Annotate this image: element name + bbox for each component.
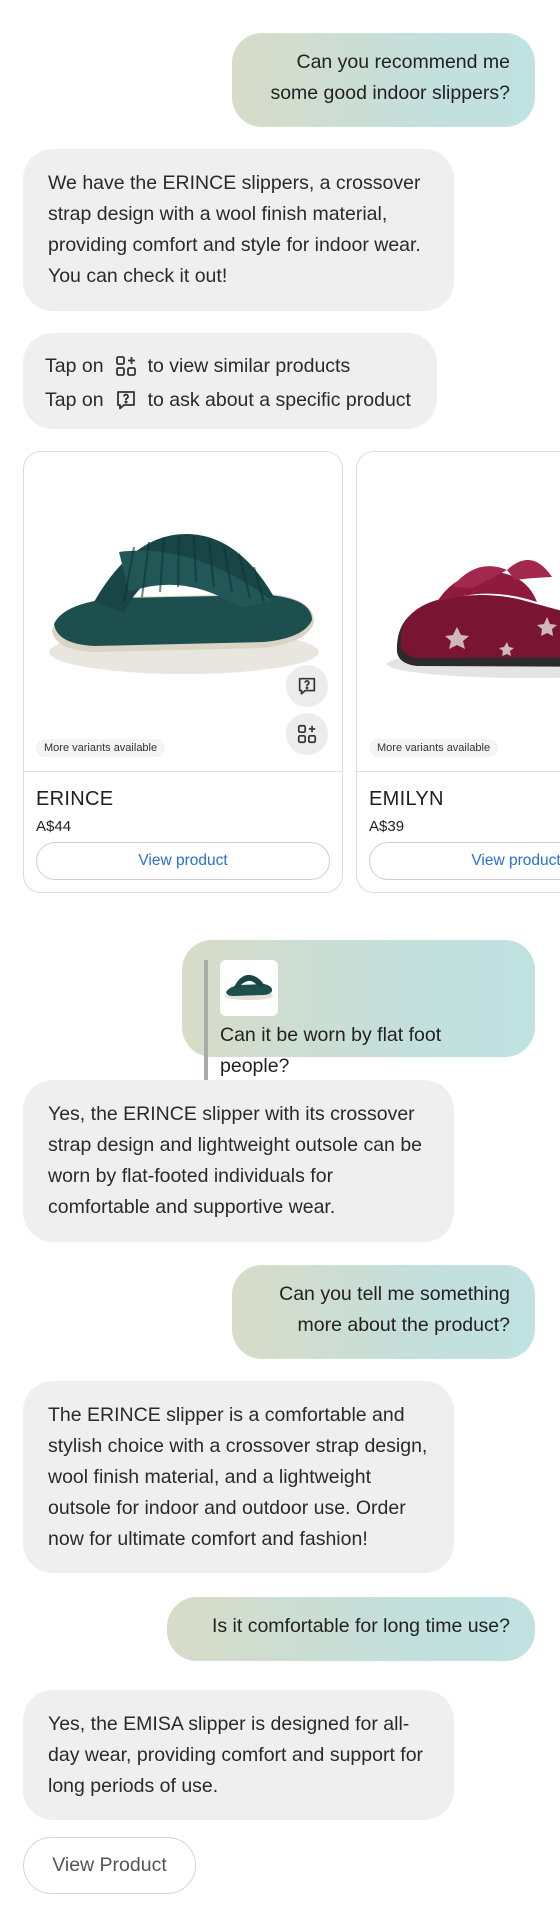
hint-suffix: to ask about a specific product: [147, 389, 411, 411]
product-price: A$44: [36, 818, 72, 835]
burgundy-slipper-image: [387, 560, 560, 678]
similar-products-button[interactable]: [286, 713, 328, 755]
similar-products-icon: [297, 724, 317, 744]
hint-prefix: Tap on: [45, 355, 104, 377]
quoted-product: Can it be worn by flat foot people?: [204, 960, 510, 1081]
variants-badge: More variants available: [369, 739, 499, 757]
message-text: Yes, the EMISA slipper is designed for a…: [48, 1713, 424, 1797]
message-text: Can it be worn by flat foot people?: [220, 1024, 442, 1077]
bot-message: Yes, the EMISA slipper is designed for a…: [23, 1690, 454, 1820]
hint-line-ask: Tap on to ask about a specific product: [45, 383, 415, 417]
product-name: EMILYN: [369, 788, 444, 810]
message-text: Can you tell me something more about the…: [279, 1283, 510, 1336]
green-slipper-thumbnail: [225, 974, 273, 1000]
message-text: Can you recommend me some good indoor sl…: [270, 51, 510, 104]
message-text: The ERINCE slipper is a comfortable and …: [48, 1404, 428, 1550]
product-carousel[interactable]: More variants available ERINCE A$44 View…: [23, 451, 560, 893]
product-card[interactable]: More variants available EMILYN A$39 View…: [356, 451, 560, 893]
product-image[interactable]: More variants available: [357, 452, 560, 772]
ask-question-icon: [114, 388, 138, 412]
user-message: Is it comfortable for long time use?: [167, 1597, 535, 1661]
user-message-quote: Can it be worn by flat foot people?: [182, 940, 535, 1081]
bot-message: The ERINCE slipper is a comfortable and …: [23, 1381, 454, 1573]
bot-message: Yes, the ERINCE slipper with its crossov…: [23, 1080, 454, 1242]
product-card[interactable]: More variants available ERINCE A$44 View…: [23, 451, 343, 893]
hint-message: Tap on to view similar products Tap on t…: [23, 333, 437, 429]
product-price: A$39: [369, 818, 405, 835]
message-text: Yes, the ERINCE slipper with its crossov…: [48, 1103, 423, 1218]
user-message: Can you recommend me some good indoor sl…: [232, 33, 535, 127]
message-text: We have the ERINCE slippers, a crossover…: [48, 172, 421, 287]
ask-question-icon: [298, 677, 316, 695]
view-product-button[interactable]: View product: [36, 842, 330, 880]
hint-prefix: Tap on: [45, 389, 104, 411]
ask-about-product-button[interactable]: [286, 665, 328, 707]
quoted-product-thumbnail: [220, 960, 278, 1016]
hint-line-similar: Tap on to view similar products: [45, 349, 415, 383]
user-message: Can you tell me something more about the…: [232, 1265, 535, 1359]
bot-message: We have the ERINCE slippers, a crossover…: [23, 149, 454, 311]
view-product-button[interactable]: View product: [369, 842, 560, 880]
view-product-button[interactable]: View Product: [23, 1837, 196, 1894]
product-image[interactable]: More variants available: [24, 452, 342, 772]
hint-suffix: to view similar products: [147, 355, 351, 377]
message-text: Is it comfortable for long time use?: [211, 1615, 510, 1637]
variants-badge: More variants available: [36, 739, 166, 757]
product-name: ERINCE: [36, 788, 114, 810]
similar-products-icon: [114, 354, 138, 378]
